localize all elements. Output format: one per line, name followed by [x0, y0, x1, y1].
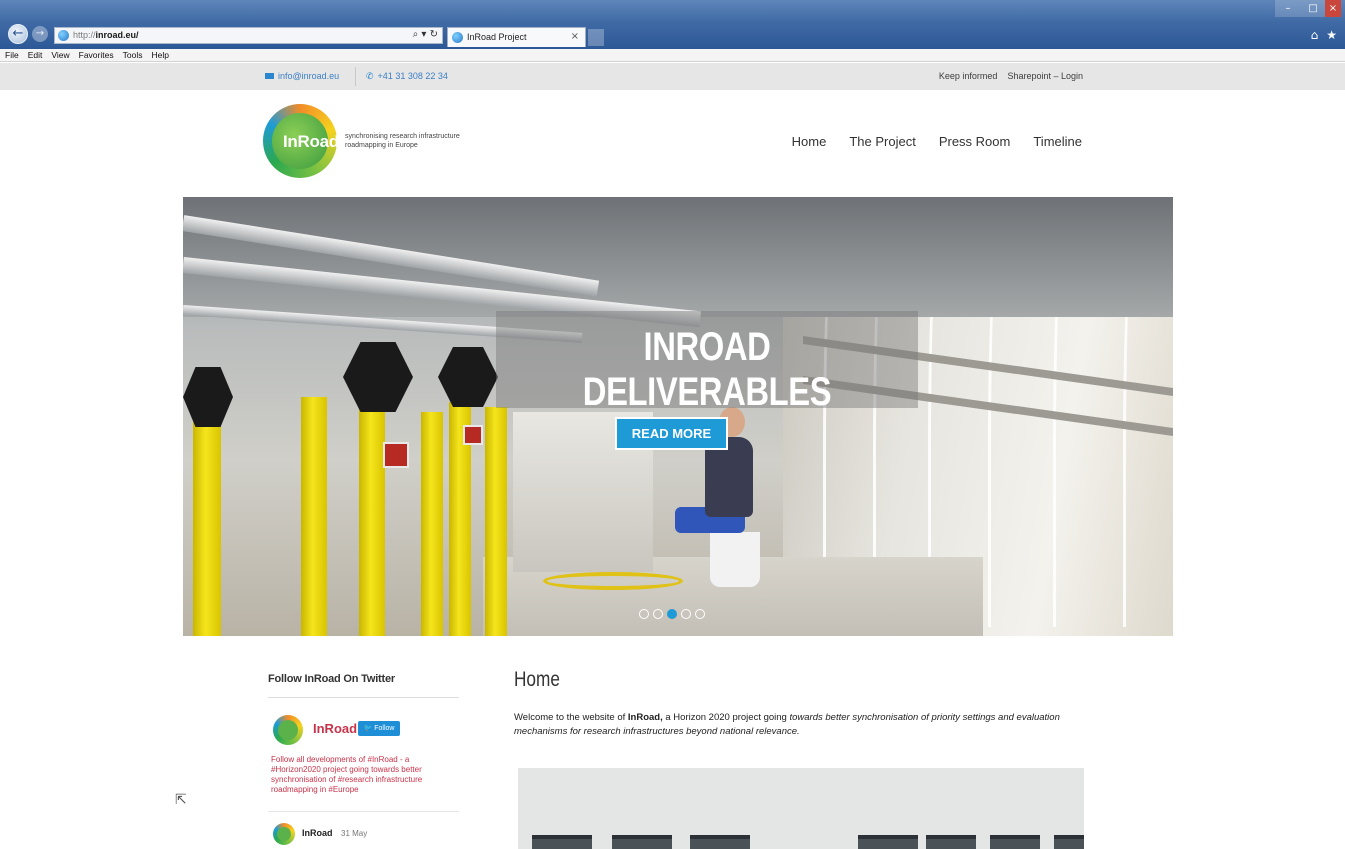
- slider-dots: [639, 609, 709, 619]
- tweet-author[interactable]: InRoad: [302, 828, 333, 838]
- email-link[interactable]: info@inroad.eu: [265, 71, 339, 81]
- browser-menubar: File Edit View Favorites Tools Help: [0, 49, 1345, 62]
- sharepoint-login-link[interactable]: Sharepoint – Login: [1007, 71, 1083, 81]
- favorites-star-icon[interactable]: ★: [1326, 28, 1337, 42]
- back-icon[interactable]: ←: [8, 24, 28, 44]
- tab-title: InRoad Project: [467, 32, 527, 42]
- nav-timeline[interactable]: Timeline: [1033, 134, 1082, 149]
- intro-paragraph: Welcome to the website of InRoad, a Hori…: [514, 712, 1060, 737]
- browser-titlebar: ← → http://inroad.eu/ ⌕ ▾ ↻ InRoad Proje…: [0, 0, 1345, 49]
- tweet-divider: [268, 811, 459, 812]
- slider-dot-4[interactable]: [681, 609, 691, 619]
- nav-press-room[interactable]: Press Room: [939, 134, 1011, 149]
- close-window-icon[interactable]: ×: [1325, 0, 1341, 17]
- tab-favicon-icon: [452, 32, 463, 43]
- twitter-name[interactable]: InRoad: [313, 721, 357, 736]
- twitter-avatar[interactable]: [273, 715, 303, 745]
- ie-favicon-icon: [58, 30, 69, 41]
- topbar-divider: [355, 67, 356, 86]
- logo-text: InRoad: [283, 132, 339, 151]
- read-more-button[interactable]: READ MORE: [615, 417, 728, 450]
- search-refresh-icons[interactable]: ⌕ ▾ ↻: [413, 29, 438, 40]
- slider-dot-5[interactable]: [695, 609, 705, 619]
- slider-dot-3[interactable]: [667, 609, 677, 619]
- menu-favorites[interactable]: Favorites: [79, 50, 114, 60]
- tab-close-icon[interactable]: ×: [571, 31, 579, 42]
- bird-icon: 🐦: [363, 725, 373, 732]
- maximize-icon[interactable]: □: [1301, 0, 1325, 17]
- sidebar-divider: [268, 697, 459, 698]
- main-navigation: Home The Project Press Room Timeline: [769, 134, 1082, 149]
- twitter-bio: Follow all developments of #InRoad - a #…: [271, 755, 423, 794]
- topbar-links: Keep informed Sharepoint – Login: [929, 71, 1083, 81]
- menu-file[interactable]: File: [5, 50, 19, 60]
- menu-help[interactable]: Help: [151, 50, 168, 60]
- page-title: Home: [514, 668, 560, 691]
- menu-view[interactable]: View: [51, 50, 69, 60]
- window-controls: – □ ×: [1275, 0, 1341, 17]
- address-url[interactable]: http://inroad.eu/: [73, 30, 139, 40]
- keep-informed-link[interactable]: Keep informed: [939, 71, 998, 81]
- home-icon[interactable]: ⌂: [1311, 28, 1319, 42]
- address-bar[interactable]: http://inroad.eu/ ⌕ ▾ ↻: [54, 27, 443, 44]
- inroad-logo[interactable]: InRoad: [263, 104, 339, 178]
- hero-slider: INROAD DELIVERABLES READ MORE: [183, 197, 1173, 636]
- phone-icon: ✆: [366, 72, 374, 82]
- nav-home[interactable]: Home: [792, 134, 827, 149]
- twitter-follow-button[interactable]: 🐦 Follow: [358, 721, 400, 736]
- site-topbar: info@inroad.eu ✆ +41 31 308 22 34 Keep in…: [0, 63, 1345, 90]
- browser-right-tools: ⌂ ★: [1303, 28, 1337, 42]
- minimize-icon[interactable]: –: [1275, 0, 1301, 17]
- new-tab-button[interactable]: [588, 29, 604, 46]
- tweet-avatar[interactable]: [273, 823, 295, 845]
- forward-icon[interactable]: →: [32, 26, 48, 42]
- content-image: [518, 768, 1084, 849]
- logo-tagline: synchronising research infrastructure ro…: [345, 133, 460, 149]
- sidebar-title: Follow InRoad On Twitter: [268, 673, 395, 685]
- slider-dot-1[interactable]: [639, 609, 649, 619]
- tweet-date[interactable]: 31 May: [341, 829, 367, 838]
- hero-title: INROAD DELIVERABLES: [582, 325, 832, 414]
- slider-dot-2[interactable]: [653, 609, 663, 619]
- nav-the-project[interactable]: The Project: [849, 134, 915, 149]
- menu-tools[interactable]: Tools: [123, 50, 143, 60]
- mouse-cursor-icon: ⇱: [175, 792, 187, 808]
- envelope-icon: [265, 73, 274, 79]
- menu-edit[interactable]: Edit: [28, 50, 43, 60]
- phone-link[interactable]: ✆ +41 31 308 22 34: [366, 71, 448, 82]
- browser-tab[interactable]: InRoad Project ×: [447, 27, 586, 47]
- tunnel-ceiling: [183, 197, 1173, 317]
